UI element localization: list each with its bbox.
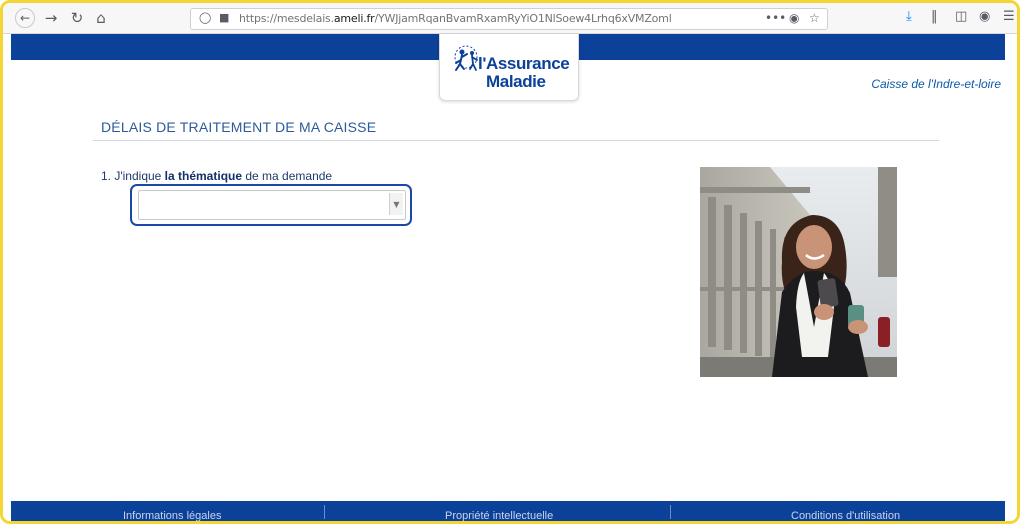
- logo-text-line2: Maladie: [486, 72, 546, 91]
- account-icon[interactable]: ◉: [979, 9, 990, 24]
- url-text[interactable]: https://mesdelais.ameli.fr/YWJjamRqanBva…: [239, 12, 672, 25]
- caisse-label: Caisse de l'Indre-et-loire: [871, 77, 1001, 91]
- step-1-label: 1. J'indique la thématique de ma demande: [101, 169, 333, 183]
- thematique-select[interactable]: ▼: [138, 190, 406, 220]
- shield-icon[interactable]: ◯: [199, 11, 211, 24]
- url-bar[interactable]: ◯ ■ https://mesdelais.ameli.fr/YWJjamRqa…: [190, 8, 828, 30]
- footer-band: Informations légales Propriété intellect…: [11, 501, 1005, 521]
- menu-icon[interactable]: ☰: [1003, 9, 1015, 24]
- forward-arrow-icon[interactable]: →: [41, 8, 61, 28]
- page-title: DÉLAIS DE TRAITEMENT DE MA CAISSE: [101, 119, 377, 135]
- star-icon[interactable]: ☆: [809, 11, 820, 25]
- page-actions-icon[interactable]: •••: [765, 11, 786, 25]
- home-icon[interactable]: ⌂: [91, 8, 111, 28]
- download-icon[interactable]: ⤓: [906, 9, 912, 24]
- pocket-icon[interactable]: ◉: [789, 11, 799, 25]
- footer-link-conditions-utilisation[interactable]: Conditions d'utilisation: [791, 510, 900, 521]
- library-icon[interactable]: ‖: [931, 9, 938, 24]
- browser-window: ← → ↻ ⌂ ◯ ■ https://mesdelais.ameli.fr/Y…: [0, 0, 1020, 524]
- lock-icon[interactable]: ■: [219, 11, 229, 24]
- footer-divider: [670, 505, 671, 519]
- woman-with-phone-photo: [700, 167, 897, 377]
- page-content: l'Assurance Maladie Caisse de l'Indre-et…: [3, 34, 1017, 521]
- title-divider: [93, 140, 939, 141]
- sidebar-icon[interactable]: ◫: [955, 9, 967, 24]
- thematique-select-focus-ring[interactable]: ▼: [130, 184, 412, 226]
- footer-divider: [324, 505, 325, 519]
- footer-link-informations-legales[interactable]: Informations légales: [123, 510, 221, 521]
- assurance-maladie-logo[interactable]: l'Assurance Maladie: [439, 34, 579, 101]
- browser-toolbar: ← → ↻ ⌂ ◯ ■ https://mesdelais.ameli.fr/Y…: [3, 3, 1017, 34]
- chevron-down-icon[interactable]: ▼: [389, 193, 403, 215]
- back-arrow-icon[interactable]: ←: [15, 8, 35, 28]
- logo-text-line1: l'Assurance: [478, 54, 570, 73]
- reload-icon[interactable]: ↻: [67, 8, 87, 28]
- footer-link-propriete-intellectuelle[interactable]: Propriété intellectuelle: [445, 510, 553, 521]
